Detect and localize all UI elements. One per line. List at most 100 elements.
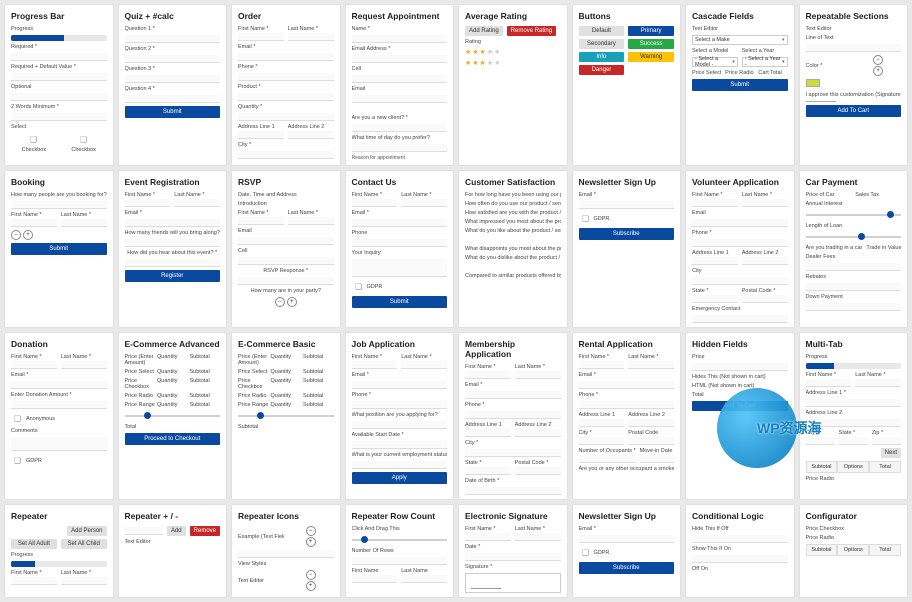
- success-button[interactable]: Success: [628, 39, 674, 49]
- remove-button[interactable]: Remove: [190, 526, 220, 536]
- tab-subtotal[interactable]: Subtotal: [806, 461, 838, 473]
- input-email[interactable]: [238, 237, 334, 245]
- input-postal[interactable]: [515, 467, 561, 475]
- input-product[interactable]: [238, 93, 334, 101]
- checkbox-gdpr[interactable]: GDPR: [352, 280, 448, 293]
- input-name[interactable]: [352, 35, 448, 43]
- input-postal[interactable]: [628, 437, 674, 445]
- select-year[interactable]: - Select a Year -: [742, 57, 788, 67]
- input-last[interactable]: [515, 533, 561, 541]
- input-last[interactable]: [61, 361, 107, 369]
- input-city[interactable]: [579, 437, 625, 445]
- input-addr1[interactable]: [806, 399, 902, 407]
- input-addr2[interactable]: [628, 419, 674, 427]
- add-rating-button[interactable]: Add Rating: [465, 26, 503, 36]
- tab-options[interactable]: Options: [837, 544, 869, 556]
- minus-icon[interactable]: −: [11, 230, 21, 240]
- input-date[interactable]: [465, 553, 561, 561]
- input-q2[interactable]: [125, 55, 221, 63]
- submit-button[interactable]: Submit: [352, 296, 448, 308]
- input-people-count[interactable]: [11, 201, 107, 209]
- input-first[interactable]: [579, 361, 625, 369]
- input-last[interactable]: [401, 361, 447, 369]
- set-child-button[interactable]: Set All Child: [61, 539, 107, 549]
- checkout-button[interactable]: Proceed to Checkout: [125, 433, 221, 445]
- input-phone[interactable]: [352, 401, 448, 409]
- input-last[interactable]: [515, 371, 561, 379]
- input-rows[interactable]: [352, 557, 448, 565]
- subscribe-button[interactable]: Subscribe: [579, 562, 675, 574]
- input-addr2[interactable]: [806, 419, 902, 427]
- input-last[interactable]: [628, 361, 674, 369]
- slider-loan[interactable]: [806, 236, 902, 238]
- input-emergency[interactable]: [692, 315, 788, 323]
- input-last[interactable]: [401, 575, 447, 583]
- input-first[interactable]: [352, 361, 398, 369]
- submit-button[interactable]: Submit: [125, 106, 221, 118]
- input-email[interactable]: [238, 53, 334, 61]
- add-to-cart-button[interactable]: Add To Cart: [806, 105, 902, 117]
- input-show[interactable]: [692, 555, 788, 563]
- input-inquiry[interactable]: [352, 259, 448, 277]
- input-two-words[interactable]: [11, 113, 107, 121]
- input-cell[interactable]: [238, 257, 334, 265]
- stepper-party[interactable]: −+: [275, 297, 297, 307]
- input-email[interactable]: [11, 381, 107, 389]
- input-status[interactable]: [352, 461, 448, 469]
- info-button[interactable]: Info: [579, 52, 625, 62]
- input-state[interactable]: [465, 467, 511, 475]
- minus-icon[interactable]: −: [306, 570, 316, 580]
- input-city[interactable]: [465, 449, 561, 457]
- stepper-color[interactable]: −+: [855, 55, 901, 76]
- input-last[interactable]: [288, 217, 334, 225]
- checkbox-gdpr[interactable]: GDPR: [579, 546, 675, 559]
- input-start[interactable]: [352, 441, 448, 449]
- warning-button[interactable]: Warning: [628, 52, 674, 62]
- default-button[interactable]: Default: [579, 26, 625, 36]
- submit-button[interactable]: Submit: [692, 79, 788, 91]
- input-first[interactable]: [238, 33, 284, 41]
- tab-options[interactable]: Options: [837, 461, 869, 473]
- input-phone[interactable]: [465, 411, 561, 419]
- next-button[interactable]: Next: [881, 448, 901, 458]
- add-button[interactable]: Add: [167, 526, 186, 536]
- input-email[interactable]: [465, 391, 561, 399]
- input-email2[interactable]: [352, 95, 448, 103]
- input-price[interactable]: [692, 363, 788, 371]
- input-addr2[interactable]: [742, 257, 788, 265]
- input-city[interactable]: [238, 151, 334, 159]
- input-addr1[interactable]: [692, 257, 738, 265]
- input-phone[interactable]: [238, 73, 334, 81]
- select-model[interactable]: - Select a Model -: [692, 57, 738, 67]
- input-hide[interactable]: [692, 535, 788, 543]
- apply-button[interactable]: Apply: [352, 472, 448, 484]
- stepper-editor[interactable]: −+: [288, 570, 334, 591]
- input-email[interactable]: [352, 219, 448, 227]
- input-new-client[interactable]: [352, 124, 448, 132]
- tab-total[interactable]: Total: [869, 461, 901, 473]
- tab-total[interactable]: Total: [869, 544, 901, 556]
- register-button[interactable]: Register: [125, 270, 221, 282]
- input-state[interactable]: [839, 437, 868, 445]
- input-cell[interactable]: [352, 75, 448, 83]
- slider-range[interactable]: [238, 415, 334, 417]
- input-position[interactable]: [352, 421, 448, 429]
- input-addr1[interactable]: [465, 429, 511, 437]
- minus-icon[interactable]: −: [873, 55, 883, 65]
- input-q4[interactable]: [125, 95, 221, 103]
- submit-button[interactable]: Submit: [11, 243, 107, 255]
- plus-icon[interactable]: +: [306, 581, 316, 591]
- select-make[interactable]: Select a Make: [692, 35, 788, 45]
- input-last[interactable]: [288, 33, 334, 41]
- add-to-cart-button[interactable]: Add To Cart: [692, 401, 788, 411]
- input-email[interactable]: [579, 201, 675, 209]
- input-zip[interactable]: [872, 437, 901, 445]
- input-example[interactable]: [238, 550, 334, 558]
- danger-button[interactable]: Danger: [579, 65, 625, 75]
- input-first[interactable]: [465, 371, 511, 379]
- primary-button[interactable]: Primary: [628, 26, 674, 36]
- input-last[interactable]: [61, 577, 107, 585]
- input-down[interactable]: [806, 303, 902, 311]
- minus-icon[interactable]: −: [275, 297, 285, 307]
- input-amount[interactable]: [11, 401, 107, 409]
